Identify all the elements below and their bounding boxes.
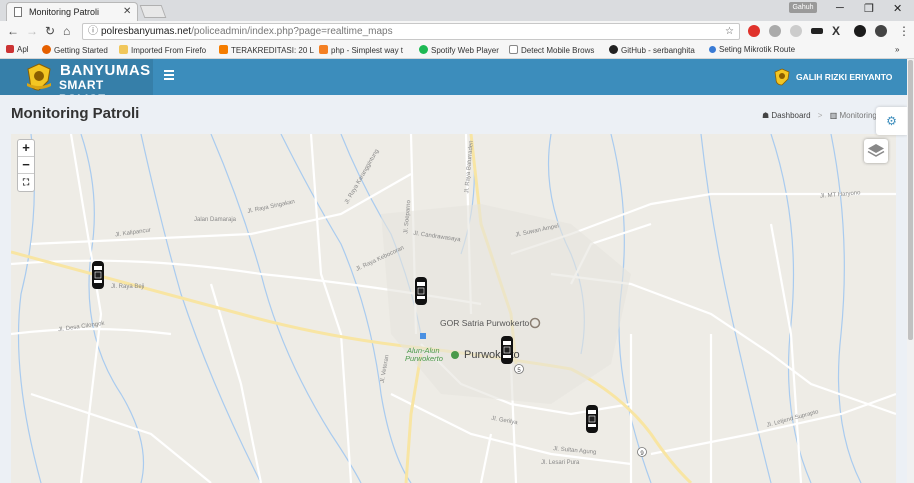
layers-icon (867, 144, 885, 157)
zoom-out-button[interactable]: − (18, 157, 34, 174)
bookmark-imported-firefox[interactable]: Imported From Firefo (119, 45, 206, 55)
map-layers-button[interactable] (864, 139, 888, 163)
extension-icon[interactable] (875, 25, 887, 37)
realtime-map[interactable]: 5 9 GOR Satria Purwokerto Alun-Alun Purw… (11, 134, 896, 483)
label-alun-alun-2: Purwokerto (405, 354, 443, 363)
road-label: Jalan Damaraja (194, 217, 237, 223)
tab-title: Monitoring Patroli (29, 7, 100, 17)
url-path: /policeadmin/index.php?page=realtime_map… (191, 26, 393, 37)
breadcrumb-dashboard[interactable]: Dashboard (771, 111, 810, 120)
x-extension-icon[interactable]: X (832, 24, 840, 38)
page-icon (14, 7, 22, 17)
map-zoom-controls: + − ⛶ (17, 139, 35, 192)
bookmark-mikrotik[interactable]: Seting Mikrotik Route (709, 45, 795, 54)
bookmark-apps[interactable]: Apl (6, 45, 29, 54)
scrollbar-thumb[interactable] (908, 60, 913, 340)
adblock-extension-icon[interactable] (748, 25, 760, 37)
user-name[interactable]: GALIH RIZKI ERIYANTO (796, 72, 892, 82)
brand-title: BANYUMAS (60, 62, 151, 79)
menu-icon[interactable]: ⋮ (898, 24, 910, 38)
glasses-extension-icon[interactable] (811, 28, 823, 34)
gear-icon: ⚙ (886, 114, 897, 128)
zoom-in-button[interactable]: + (18, 140, 34, 157)
map-icon: ▥ (829, 111, 838, 120)
url-host: polresbanyumas.net (101, 26, 192, 37)
patrol-car-marker[interactable] (414, 276, 428, 306)
patrol-car-marker[interactable] (91, 260, 105, 290)
patrol-car-marker[interactable] (500, 335, 514, 365)
home-icon[interactable]: ⌂ (63, 24, 70, 38)
bookmark-detect-mobile[interactable]: Detect Mobile Brows (509, 45, 594, 55)
minimize-icon[interactable]: ─ (836, 2, 844, 14)
browser-toolbar: ← → ↻ ⌂ ⓘ polresbanyumas.net/policeadmin… (0, 21, 914, 42)
browser-tab-strip: Monitoring Patroli ✕ Gahuh ─ ❐ ✕ (0, 0, 914, 21)
page-title: Monitoring Patroli (11, 105, 140, 122)
back-icon[interactable]: ← (7, 24, 19, 38)
brand-logo-area[interactable]: BANYUMAS SMART POLICE (0, 59, 153, 106)
road-label: Jl. Lesari Pura (541, 460, 580, 466)
info-icon[interactable]: ⓘ (88, 24, 98, 39)
bookmark-spotify[interactable]: Spotify Web Player (419, 45, 499, 55)
bookmarks-overflow[interactable]: » (895, 45, 899, 54)
user-avatar-icon[interactable] (773, 68, 791, 86)
sidebar-toggle-icon[interactable] (164, 70, 174, 80)
bookmark-star-icon[interactable]: ☆ (725, 24, 734, 39)
map-tiles[interactable]: 5 9 (11, 134, 896, 483)
close-window-icon[interactable]: ✕ (893, 2, 902, 15)
restore-icon[interactable]: ❐ (864, 2, 874, 15)
fullscreen-button[interactable]: ⛶ (18, 174, 34, 191)
new-tab-button[interactable] (139, 5, 167, 18)
app-header: BANYUMAS SMART POLICE GALIH RIZKI ERIYAN… (0, 59, 907, 106)
extension-icon[interactable] (790, 25, 802, 37)
dashboard-icon: ☗ (762, 111, 770, 120)
breadcrumb: ☗ Dashboard > ▥ Monitoring P (762, 111, 885, 120)
settings-gear-button[interactable]: ⚙ (876, 107, 907, 135)
road-label: Jl. Raya Beji (111, 284, 145, 290)
reload-icon[interactable]: ↻ (45, 24, 55, 38)
extension-icon[interactable] (854, 25, 866, 37)
bookmarks-bar: Apl Getting Started Imported From Firefo… (0, 42, 914, 59)
fullscreen-icon: ⛶ (22, 177, 30, 187)
route-badge-9: 9 (637, 447, 647, 457)
extension-icon[interactable] (769, 25, 781, 37)
bookmark-getting-started[interactable]: Getting Started (42, 45, 108, 55)
route-badge-5: 5 (514, 364, 524, 374)
profile-badge[interactable]: Gahuh (789, 2, 817, 13)
address-bar[interactable]: ⓘ polresbanyumas.net/policeadmin/index.p… (82, 23, 740, 40)
police-emblem-icon (27, 63, 51, 91)
browser-tab[interactable]: Monitoring Patroli ✕ (6, 2, 138, 21)
patrol-car-marker[interactable] (585, 404, 599, 434)
bookmark-github[interactable]: GitHub - serbanghita (609, 45, 695, 55)
label-gor: GOR Satria Purwokerto (440, 318, 530, 328)
forward-icon[interactable]: → (26, 24, 38, 38)
poi-icon[interactable] (420, 333, 426, 339)
bookmark-php[interactable]: php - Simplest way t (319, 45, 403, 55)
park-marker-icon[interactable] (451, 351, 459, 359)
close-tab-icon[interactable]: ✕ (123, 6, 131, 17)
bookmark-terakreditasi[interactable]: TERAKREDITASI: 20 L (219, 45, 314, 55)
